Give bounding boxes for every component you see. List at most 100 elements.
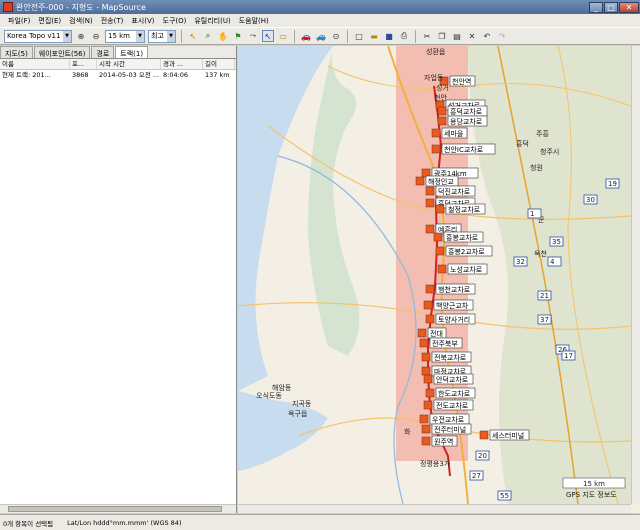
zoom-in-icon[interactable]: ⊕ [75,30,87,42]
waypoint-label[interactable]: 흥봉교차로 [446,233,479,242]
waypoint-flag-icon[interactable] [433,232,443,242]
table-row[interactable]: 현재 트랙: 201... 3868 2014-05-03 오전 ... 8:0… [0,70,236,80]
car-route-icon[interactable]: 🚙 [315,30,327,42]
column-length[interactable]: 길이 [203,59,235,69]
waypoint-flag-icon[interactable] [425,388,435,398]
waypoint-label[interactable]: 전주북부 [432,339,458,348]
waypoint-flag-icon[interactable] [421,366,431,376]
hand-tool-icon[interactable]: ✋ [217,30,229,42]
waypoint-label[interactable]: 전대 [430,329,443,338]
print-icon[interactable]: ⎙ [398,30,410,42]
panel-horizontal-scrollbar[interactable] [0,504,236,513]
menu-view[interactable]: 표시(V) [127,16,158,26]
map-vertical-scrollbar[interactable] [631,46,640,504]
waypoint-flag-icon[interactable] [415,176,425,186]
waypoint-flag-icon[interactable] [435,246,445,256]
tab-routes[interactable]: 경로 [91,46,115,58]
close-button[interactable]: ✕ [619,1,639,13]
waypoint-label[interactable]: 세스터미널 [492,431,524,440]
waypoint-label[interactable]: 용당교차로 [450,117,483,126]
waypoint-label[interactable]: 전도교차로 [436,401,469,410]
waypoint-flag-icon[interactable] [431,128,441,138]
menu-file[interactable]: 파일(F) [4,16,34,26]
waypoint-label[interactable]: 흥덕교차로 [450,107,483,116]
measure-tool-icon[interactable]: ▭ [277,30,289,42]
waypoint-flag-icon[interactable] [421,352,431,362]
zoom-out-icon[interactable]: ⊖ [90,30,102,42]
waypoint-label[interactable]: 전주터미널 [434,425,466,434]
zoom-scale-select[interactable]: 15 km ▼ [105,29,145,43]
car-icon[interactable]: 🚗 [300,30,312,42]
tab-maps[interactable]: 지도(5) [0,46,33,58]
column-points[interactable]: 포... [70,59,97,69]
waypoint-tool-icon[interactable]: ⚑ [232,30,244,42]
new-icon[interactable]: □ [353,30,365,42]
open-icon[interactable]: ▬ [368,30,380,42]
menu-edit[interactable]: 편집(E) [34,16,65,26]
copy-icon[interactable]: ❐ [436,30,448,42]
select-arrow-icon[interactable]: ↖ [262,30,274,42]
waypoint-label[interactable]: 해정인교 [428,177,454,186]
column-name[interactable]: 이름 [0,59,70,69]
waypoint-label[interactable]: 원주역 [434,437,453,446]
column-start-time[interactable]: 시작 시간 [97,59,161,69]
waypoint-label[interactable]: 천안역 [452,77,471,86]
waypoint-flag-icon[interactable] [425,224,435,234]
waypoint-flag-icon[interactable] [419,338,429,348]
waypoint-flag-icon[interactable] [421,436,431,446]
delete-icon[interactable]: ✕ [466,30,478,42]
map-view[interactable]: 천안역성거교차로흥덕교차로용당교차로세마을천안IC교차로광주14km해정인교덕진… [238,46,640,513]
tab-tracks[interactable]: 트랙(1) [115,46,149,58]
waypoint-flag-icon[interactable] [425,314,435,324]
waypoint-label[interactable]: 덕진교차로 [438,187,471,196]
menu-tools[interactable]: 도구(O) [159,16,191,26]
waypoint-label[interactable]: 우전교차로 [432,415,465,424]
waypoint-flag-icon[interactable] [431,144,441,154]
waypoint-label[interactable]: 세마을 [444,129,464,138]
waypoint-label[interactable]: 철정교차로 [448,205,481,214]
waypoint-flag-icon[interactable] [425,198,435,208]
waypoint-label[interactable]: 전북교차로 [434,353,467,362]
find-icon[interactable]: ⊙ [330,30,342,42]
waypoint-flag-icon[interactable] [479,430,489,440]
waypoint-flag-icon[interactable] [435,204,445,214]
column-elapsed[interactable]: 경과 ... [161,59,203,69]
menu-help[interactable]: 도움말(H) [235,16,273,26]
waypoint-label[interactable]: 토양사거리 [438,315,470,324]
waypoint-label[interactable]: 행천교차로 [438,285,471,294]
route-tool-icon[interactable]: ⤳ [247,30,259,42]
menu-utility[interactable]: 유틸리티(U) [190,16,234,26]
waypoint-flag-icon[interactable] [421,424,431,434]
save-icon[interactable]: ■ [383,30,395,42]
waypoint-flag-icon[interactable] [437,264,447,274]
waypoint-flag-icon[interactable] [423,374,433,384]
paste-icon[interactable]: ▤ [451,30,463,42]
waypoint-label[interactable]: 천안IC교차로 [444,145,484,154]
waypoint-flag-icon[interactable] [425,186,435,196]
waypoint-flag-icon[interactable] [425,284,435,294]
waypoint-label[interactable]: 백양근교차 [436,301,469,310]
waypoint-flag-icon[interactable] [417,328,427,338]
waypoint-flag-icon[interactable] [419,414,429,424]
waypoint-flag-icon[interactable] [437,106,447,116]
waypoint-label[interactable]: 한도교차로 [438,389,471,398]
cut-icon[interactable]: ✂ [421,30,433,42]
waypoint-label[interactable]: 흥봉2교차로 [448,247,485,256]
waypoint-flag-icon[interactable] [423,400,433,410]
waypoint-flag-icon[interactable] [437,116,447,126]
menu-transfer[interactable]: 전송(T) [97,16,128,26]
waypoint-label[interactable]: 노성교차로 [450,265,483,274]
scrollbar-thumb[interactable] [8,506,222,512]
redo-icon[interactable]: ↷ [496,30,508,42]
map-canvas[interactable]: 천안역성거교차로흥덕교차로용당교차로세마을천안IC교차로광주14km해정인교덕진… [238,46,631,504]
waypoint-label[interactable]: 안덕교차로 [436,375,469,384]
undo-icon[interactable]: ↶ [481,30,493,42]
maximize-button[interactable]: □ [604,1,618,13]
selection-tool-icon[interactable]: ↖ [187,30,199,42]
map-horizontal-scrollbar[interactable] [238,504,631,513]
map-product-select[interactable]: Korea Topo v11 ▼ [4,29,72,43]
waypoint-flag-icon[interactable] [423,300,433,310]
tab-waypoints[interactable]: 웨이포인트(56) [33,46,91,58]
menu-find[interactable]: 검색(N) [65,16,97,26]
zoom-tool-icon[interactable]: ⌕ [202,30,214,42]
